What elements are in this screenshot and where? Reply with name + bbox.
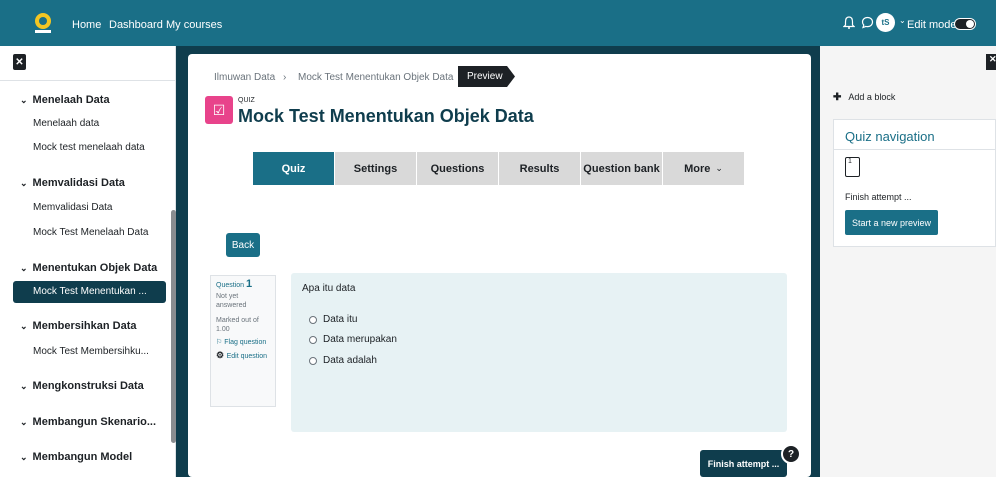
sidebar-item-menelaah-data[interactable]: Menelaah data <box>33 118 99 129</box>
quiz-icon: ☑ <box>205 96 233 124</box>
section-title: Mengkonstruksi Data <box>32 380 144 392</box>
nav-home-link[interactable]: Home <box>72 19 101 31</box>
page-title: Mock Test Menentukan Objek Data <box>238 106 534 126</box>
edit-mode-toggle[interactable] <box>954 18 976 30</box>
chevron-down-icon: ⌄ <box>20 417 28 427</box>
plus-icon: ✚ <box>833 92 842 103</box>
section-menelaah-data[interactable]: ⌄ Menelaah Data <box>20 94 110 106</box>
section-title: Membangun Skenario... <box>32 416 157 428</box>
breadcrumb-separator: › <box>283 72 287 83</box>
bell-icon[interactable] <box>843 16 855 29</box>
help-button[interactable]: ? <box>781 444 801 464</box>
chevron-down-icon: ⌄ <box>715 163 723 173</box>
close-block-drawer-button[interactable]: ✕ <box>986 54 996 70</box>
section-membersihkan-data[interactable]: ⌄ Membersihkan Data <box>20 320 136 332</box>
start-new-preview-button[interactable]: Start a new preview <box>845 210 938 235</box>
radio-button[interactable] <box>309 315 317 324</box>
close-drawer-button[interactable]: ✕ <box>13 54 26 70</box>
radio-button[interactable] <box>309 335 317 344</box>
sidebar-item-mock-test-membersihkan[interactable]: Mock Test Membersihku... <box>33 346 149 357</box>
edit-label: Edit question <box>226 353 268 360</box>
sidebar-item-mock-test-menelaah-data[interactable]: Mock Test Menelaah Data <box>33 227 148 238</box>
breadcrumb-course[interactable]: Ilmuwan Data <box>214 72 275 83</box>
add-block-link[interactable]: ✚ Add a block <box>833 92 895 103</box>
answer-option[interactable]: Data itu <box>309 314 357 325</box>
user-avatar[interactable]: tS <box>876 13 895 32</box>
question-status: Not yet answered <box>216 293 247 309</box>
tab-quiz[interactable]: Quiz <box>253 152 335 185</box>
breadcrumb-quiz[interactable]: Mock Test Menentukan Objek Data <box>298 72 453 83</box>
section-title: Membersihkan Data <box>32 320 137 332</box>
question-label: Question <box>216 282 245 289</box>
section-title: Memvalidasi Data <box>32 177 125 189</box>
chevron-down-icon: ⌄ <box>20 95 28 105</box>
sidebar-item-mock-test-menelaah[interactable]: Mock test menelaah data <box>33 142 145 153</box>
radio-button[interactable] <box>309 356 317 365</box>
sidebar-item-memvalidasi-data[interactable]: Memvalidasi Data <box>33 202 112 213</box>
flag-question-link[interactable]: ⚐ Flag question <box>216 338 270 347</box>
edit-mode-label: Edit mode <box>907 19 957 31</box>
top-navbar: Home Dashboard My courses tS ⌄ Edit mode <box>0 0 996 46</box>
sidebar-item-mock-test-menentukan[interactable]: Mock Test Menentukan ... <box>13 281 166 303</box>
flag-label: Flag question <box>224 339 267 346</box>
section-menentukan-objek-data[interactable]: ⌄ Menentukan Objek Data <box>20 262 157 274</box>
tab-more[interactable]: More ⌄ <box>663 152 745 185</box>
question-content-panel <box>291 273 787 432</box>
option-label: Data adalah <box>323 355 377 366</box>
drawer-divider <box>0 80 176 81</box>
question-info-panel: Question 1 Not yet answered Marked out o… <box>210 275 276 407</box>
chevron-down-icon: ⌄ <box>20 178 28 188</box>
tab-question-bank[interactable]: Question bank <box>581 152 663 185</box>
tab-settings[interactable]: Settings <box>335 152 417 185</box>
add-block-label: Add a block <box>848 92 896 102</box>
section-title: Menelaah Data <box>32 94 110 106</box>
option-label: Data itu <box>323 314 358 325</box>
finish-attempt-button[interactable]: Finish attempt ... <box>700 450 787 477</box>
chevron-down-icon[interactable]: ⌄ <box>899 16 906 25</box>
chevron-down-icon: ⌄ <box>20 321 28 331</box>
question-nav-button[interactable]: 1 <box>845 157 860 177</box>
breadcrumb-current: Preview <box>458 66 515 87</box>
section-memvalidasi-data[interactable]: ⌄ Memvalidasi Data <box>20 177 125 189</box>
quiz-navigation-title: Quiz navigation <box>845 129 935 144</box>
chevron-down-icon: ⌄ <box>20 381 28 391</box>
chevron-down-icon: ⌄ <box>20 263 28 273</box>
section-mengkonstruksi-data[interactable]: ⌄ Mengkonstruksi Data <box>20 380 144 392</box>
finish-attempt-link[interactable]: Finish attempt ... <box>845 192 912 202</box>
block-drawer <box>820 46 996 477</box>
gear-icon: ⚙ <box>216 350 227 360</box>
chevron-down-icon: ⌄ <box>20 452 28 462</box>
tab-more-label: More <box>684 162 711 175</box>
option-label: Data merupakan <box>323 334 397 345</box>
section-title: Menentukan Objek Data <box>32 262 158 274</box>
nav-my-courses-link[interactable]: My courses <box>166 19 222 31</box>
edit-question-link[interactable]: ⚙ Edit question <box>216 351 270 361</box>
back-button[interactable]: Back <box>226 233 260 257</box>
section-membangun-model[interactable]: ⌄ Membangun Model <box>20 451 132 463</box>
chat-icon[interactable] <box>861 16 874 29</box>
secondary-navigation: Quiz Settings Questions Results Question… <box>253 152 745 185</box>
nav-dashboard-link[interactable]: Dashboard <box>109 19 163 31</box>
site-logo-icon[interactable] <box>30 10 56 36</box>
question-text: Apa itu data <box>302 283 356 294</box>
question-marks: Marked out of 1.00 <box>216 317 259 333</box>
tab-results[interactable]: Results <box>499 152 581 185</box>
question-number: 1 <box>245 278 253 290</box>
activity-type-label: QUIZ <box>238 97 255 104</box>
tab-questions[interactable]: Questions <box>417 152 499 185</box>
flag-icon: ⚐ <box>216 339 225 346</box>
answer-option[interactable]: Data adalah <box>309 355 377 366</box>
answer-option[interactable]: Data merupakan <box>309 334 397 345</box>
section-title: Membangun Model <box>32 451 133 463</box>
quiz-navigation-divider <box>833 149 996 150</box>
section-membangun-skenario[interactable]: ⌄ Membangun Skenario... <box>20 416 156 428</box>
